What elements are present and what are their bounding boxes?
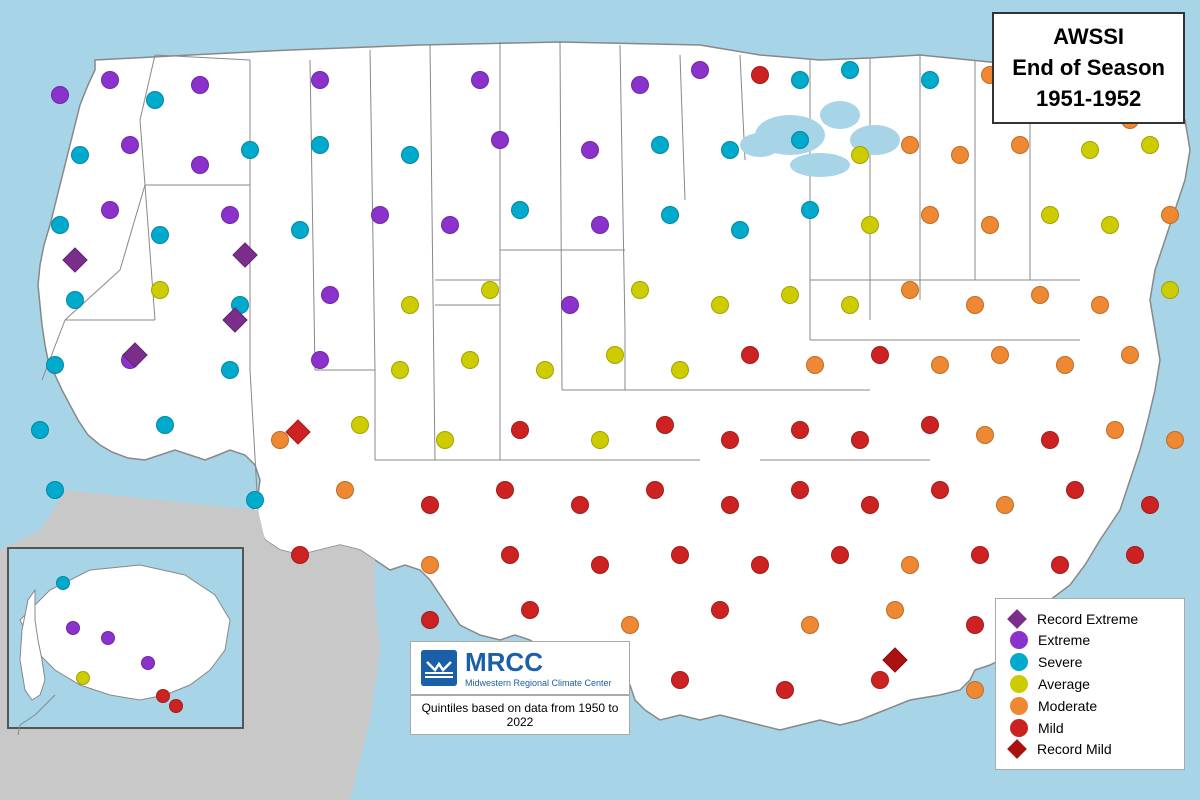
mrcc-logo: MRCC Midwestern Regional Climate Center <box>410 641 630 695</box>
mrcc-subtext: Midwestern Regional Climate Center <box>465 678 612 689</box>
title-line3: 1951-1952 <box>1012 84 1165 115</box>
title-line2: End of Season <box>1012 53 1165 84</box>
legend-label-moderate: Moderate <box>1038 698 1097 714</box>
legend-label-average: Average <box>1038 676 1090 692</box>
extreme-icon <box>1010 631 1028 649</box>
legend-label-record-mild: Record Mild <box>1037 741 1112 757</box>
legend-label-severe: Severe <box>1038 654 1082 670</box>
mild-icon <box>1010 719 1028 737</box>
mrcc-text: MRCC <box>465 647 612 678</box>
map-container: AWSSI End of Season 1951-1952 Record Ext… <box>0 0 1200 800</box>
legend-label-mild: Mild <box>1038 720 1064 736</box>
moderate-icon <box>1010 697 1028 715</box>
mrcc-icon <box>421 650 457 686</box>
severe-icon <box>1010 653 1028 671</box>
legend-item-average: Average <box>1010 675 1170 693</box>
record-mild-icon <box>1007 739 1027 759</box>
legend: Record Extreme Extreme Severe Average Mo… <box>995 598 1185 770</box>
title-box: AWSSI End of Season 1951-1952 <box>992 12 1185 124</box>
legend-item-moderate: Moderate <box>1010 697 1170 715</box>
quintiles-text: Quintiles based on data from 1950 to 202… <box>422 701 619 729</box>
legend-label-record-extreme: Record Extreme <box>1037 611 1138 627</box>
legend-item-extreme: Extreme <box>1010 631 1170 649</box>
legend-label-extreme: Extreme <box>1038 632 1090 648</box>
legend-item-mild: Mild <box>1010 719 1170 737</box>
legend-item-record-extreme: Record Extreme <box>1010 611 1170 627</box>
average-icon <box>1010 675 1028 693</box>
quintiles-box: Quintiles based on data from 1950 to 202… <box>410 695 630 735</box>
legend-item-severe: Severe <box>1010 653 1170 671</box>
record-extreme-icon <box>1007 609 1027 629</box>
legend-item-record-mild: Record Mild <box>1010 741 1170 757</box>
title-line1: AWSSI <box>1012 22 1165 53</box>
